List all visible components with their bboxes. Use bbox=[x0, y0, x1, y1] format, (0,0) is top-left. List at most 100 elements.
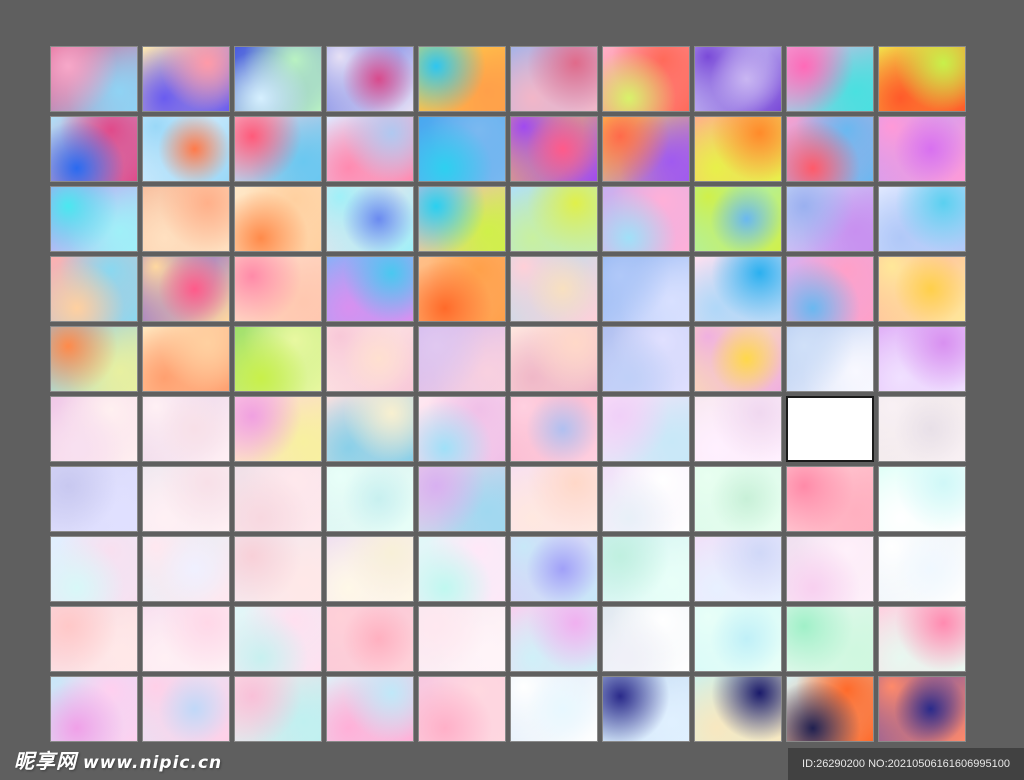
gradient-swatch[interactable] bbox=[418, 116, 506, 182]
gradient-swatch[interactable] bbox=[418, 606, 506, 672]
gradient-swatch[interactable] bbox=[418, 256, 506, 322]
gradient-swatch[interactable] bbox=[878, 676, 966, 742]
gradient-swatch[interactable] bbox=[602, 256, 690, 322]
gradient-swatch[interactable] bbox=[786, 326, 874, 392]
gradient-swatch[interactable] bbox=[510, 256, 598, 322]
gradient-swatch[interactable] bbox=[142, 606, 230, 672]
gradient-swatch[interactable] bbox=[326, 256, 414, 322]
gradient-swatch[interactable] bbox=[602, 536, 690, 602]
gradient-swatch[interactable] bbox=[142, 396, 230, 462]
gradient-swatch[interactable] bbox=[510, 46, 598, 112]
gradient-swatch[interactable] bbox=[694, 256, 782, 322]
gradient-swatch[interactable] bbox=[142, 536, 230, 602]
gradient-swatch[interactable] bbox=[602, 606, 690, 672]
gradient-swatch[interactable] bbox=[602, 466, 690, 532]
gradient-swatch[interactable] bbox=[786, 676, 874, 742]
gradient-swatch[interactable] bbox=[234, 606, 322, 672]
gradient-swatch[interactable] bbox=[234, 536, 322, 602]
gradient-swatch[interactable] bbox=[878, 46, 966, 112]
gradient-swatch[interactable] bbox=[418, 186, 506, 252]
gradient-swatch[interactable] bbox=[50, 186, 138, 252]
gradient-swatch[interactable] bbox=[418, 466, 506, 532]
gradient-swatch[interactable] bbox=[786, 186, 874, 252]
gradient-swatch[interactable] bbox=[878, 326, 966, 392]
gradient-swatch[interactable] bbox=[50, 536, 138, 602]
gradient-swatch[interactable] bbox=[510, 466, 598, 532]
gradient-swatch[interactable] bbox=[326, 396, 414, 462]
gradient-swatch[interactable] bbox=[418, 46, 506, 112]
gradient-swatch[interactable] bbox=[326, 46, 414, 112]
gradient-swatch[interactable] bbox=[326, 116, 414, 182]
gradient-swatch[interactable] bbox=[234, 326, 322, 392]
gradient-swatch[interactable] bbox=[602, 116, 690, 182]
gradient-swatch[interactable] bbox=[602, 46, 690, 112]
gradient-swatch[interactable] bbox=[510, 396, 598, 462]
gradient-swatch[interactable] bbox=[50, 396, 138, 462]
gradient-swatch[interactable] bbox=[602, 396, 690, 462]
gradient-swatch[interactable] bbox=[786, 606, 874, 672]
gradient-swatch[interactable] bbox=[510, 186, 598, 252]
gradient-swatch[interactable] bbox=[510, 606, 598, 672]
gradient-swatch[interactable] bbox=[142, 46, 230, 112]
gradient-swatch[interactable] bbox=[142, 116, 230, 182]
gradient-swatch[interactable] bbox=[786, 536, 874, 602]
gradient-swatch[interactable] bbox=[694, 606, 782, 672]
gradient-swatch[interactable] bbox=[602, 186, 690, 252]
gradient-swatch[interactable] bbox=[418, 536, 506, 602]
gradient-swatch[interactable] bbox=[142, 466, 230, 532]
gradient-swatch[interactable] bbox=[786, 46, 874, 112]
gradient-swatch[interactable] bbox=[326, 466, 414, 532]
gradient-swatch[interactable] bbox=[878, 186, 966, 252]
gradient-swatch[interactable] bbox=[142, 256, 230, 322]
gradient-swatch[interactable] bbox=[878, 606, 966, 672]
gradient-swatch[interactable] bbox=[234, 466, 322, 532]
gradient-swatch[interactable] bbox=[786, 466, 874, 532]
gradient-swatch[interactable] bbox=[694, 396, 782, 462]
gradient-swatch[interactable] bbox=[50, 256, 138, 322]
gradient-swatch[interactable] bbox=[142, 326, 230, 392]
gradient-swatch[interactable] bbox=[602, 676, 690, 742]
gradient-swatch[interactable] bbox=[326, 676, 414, 742]
gradient-swatch[interactable] bbox=[50, 116, 138, 182]
gradient-swatch[interactable] bbox=[878, 116, 966, 182]
gradient-swatch[interactable] bbox=[142, 676, 230, 742]
gradient-swatch[interactable] bbox=[234, 186, 322, 252]
gradient-swatch[interactable] bbox=[878, 536, 966, 602]
gradient-swatch[interactable] bbox=[510, 536, 598, 602]
gradient-swatch[interactable] bbox=[234, 46, 322, 112]
gradient-swatch[interactable] bbox=[510, 116, 598, 182]
gradient-swatch[interactable] bbox=[50, 46, 138, 112]
gradient-swatch[interactable] bbox=[694, 326, 782, 392]
gradient-swatch[interactable] bbox=[50, 606, 138, 672]
gradient-swatch[interactable] bbox=[694, 46, 782, 112]
gradient-swatch[interactable] bbox=[510, 676, 598, 742]
gradient-swatch[interactable] bbox=[878, 256, 966, 322]
gradient-swatch[interactable] bbox=[326, 326, 414, 392]
gradient-swatch[interactable] bbox=[418, 676, 506, 742]
gradient-swatch[interactable] bbox=[786, 116, 874, 182]
gradient-swatch[interactable] bbox=[234, 396, 322, 462]
gradient-swatch[interactable] bbox=[418, 396, 506, 462]
gradient-swatch[interactable] bbox=[694, 116, 782, 182]
gradient-swatch[interactable] bbox=[418, 326, 506, 392]
gradient-swatch[interactable] bbox=[694, 536, 782, 602]
gradient-swatch[interactable] bbox=[326, 536, 414, 602]
gradient-swatch[interactable] bbox=[142, 186, 230, 252]
gradient-swatch[interactable] bbox=[326, 606, 414, 672]
gradient-swatch[interactable] bbox=[234, 676, 322, 742]
gradient-swatch[interactable] bbox=[602, 326, 690, 392]
gradient-swatch[interactable] bbox=[50, 326, 138, 392]
gradient-swatch[interactable] bbox=[50, 676, 138, 742]
gradient-swatch[interactable] bbox=[694, 466, 782, 532]
gradient-swatch[interactable] bbox=[234, 116, 322, 182]
gradient-swatch[interactable] bbox=[878, 466, 966, 532]
gradient-swatch[interactable] bbox=[234, 256, 322, 322]
gradient-swatch[interactable] bbox=[786, 256, 874, 322]
gradient-swatch[interactable] bbox=[878, 396, 966, 462]
gradient-swatch[interactable] bbox=[50, 466, 138, 532]
gradient-swatch[interactable] bbox=[786, 396, 874, 462]
gradient-swatch[interactable] bbox=[694, 186, 782, 252]
gradient-swatch[interactable] bbox=[694, 676, 782, 742]
gradient-swatch[interactable] bbox=[510, 326, 598, 392]
gradient-swatch[interactable] bbox=[326, 186, 414, 252]
